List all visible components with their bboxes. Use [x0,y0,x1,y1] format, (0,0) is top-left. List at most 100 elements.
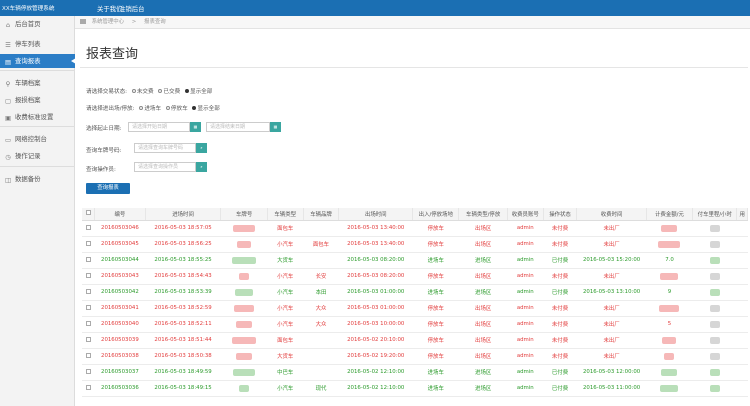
col-brand[interactable]: 车辆品牌 [303,208,340,221]
col-hours[interactable]: 付车里程/小时 [692,208,738,221]
cell-operator: admin [507,364,544,381]
row-checkbox[interactable] [82,236,95,253]
plate-input[interactable]: 请选择查询车牌号码 [134,143,196,153]
table-row[interactable]: 20160503042 2016-05-03 18:53:39 小汽车 本田 2016-… [82,284,748,301]
date-start-input[interactable]: 请选择开始日期 [128,122,190,132]
cell-brand [303,252,339,269]
sidebar-item-network[interactable]: ▭ 网络控制台 [0,132,75,146]
cell-id: 20160503036 [94,380,146,397]
sidebar-item-report[interactable]: ▤ 查询报表 [0,54,76,68]
table-row[interactable]: 20160503036 2016-05-03 18:49:15 小汽车 现代 2016-… [82,380,748,397]
table-row[interactable]: 20160503045 2016-05-03 18:56:25 小汽车 面包车 2016… [82,236,748,253]
clock-icon: ◷ [5,153,11,161]
cell-area: 进场车 [412,364,459,381]
sidebar-item-damage-archive[interactable]: ▢ 报损档案 [0,93,75,107]
col-in-time[interactable]: 进场时间 [145,208,222,221]
row-checkbox[interactable] [82,220,95,237]
row-checkbox[interactable] [82,252,95,269]
cell-plate [220,220,268,237]
col-type[interactable]: 车辆类型 [267,208,304,221]
radio-paid[interactable] [158,89,163,93]
cell-fee [646,332,693,349]
row-checkbox[interactable] [82,300,95,317]
row-checkbox[interactable] [82,348,95,365]
redacted-hours [709,320,720,328]
sidebar-item-operation-log[interactable]: ◷ 操作记录 [0,149,75,163]
table-row[interactable]: 20160503037 2016-05-03 18:49:59 中巴车 2016-05… [82,364,748,381]
table-row[interactable]: 20160503040 2016-05-03 18:52:11 小汽车 大众 2016-… [82,316,748,333]
col-operator[interactable]: 收费员账号 [507,208,544,221]
col-extra[interactable]: 用 [736,208,748,221]
page-title: 报表查询 [86,47,139,62]
search-icon[interactable]: ⌕ [196,143,207,153]
cell-type: 小汽车 [267,316,304,333]
radio-label: 停放车 [170,106,188,112]
redacted-hours [709,272,720,280]
cell-plate [220,348,268,365]
radio-unpaid[interactable] [131,89,136,93]
cell-category: 进场区 [458,380,508,397]
sidebar-item-parking-list[interactable]: ☰ 停车列表 [0,37,75,51]
cell-id: 20160503040 [94,316,146,333]
redacted-plate [233,368,256,376]
table-row[interactable]: 20160503038 2016-05-03 18:50:38 大货车 2016-05… [82,348,748,365]
redacted-plate [233,224,256,232]
divider [0,70,75,71]
nav-logout-link[interactable]: 注销后台 [119,4,145,13]
row-checkbox[interactable] [82,268,95,285]
select-all-checkbox[interactable] [82,208,96,221]
sidebar-item-home[interactable]: ⌂ 后台首页 [0,17,75,31]
row-checkbox[interactable] [82,316,95,333]
col-pay-time[interactable]: 收费时间 [576,208,647,221]
breadcrumb-item: 报表查询 [144,19,166,25]
cell-plate [220,316,268,333]
col-area[interactable]: 出入/停放场地 [412,208,460,221]
file-icon: ▢ [4,97,12,105]
radio-label: 未交费 [136,89,154,95]
row-checkbox[interactable] [82,284,95,301]
row-checkbox[interactable] [82,364,95,381]
redacted-plate [239,384,250,392]
radio-show-all-mode[interactable] [192,106,197,110]
table-row[interactable]: 20160503041 2016-05-03 18:52:59 小汽车 大众 2016-… [82,300,748,317]
table-row[interactable]: 20160503044 2016-05-03 18:55:25 大货车 2016-05… [82,252,748,269]
breadcrumb-item[interactable]: 系统管理中心 [92,19,124,25]
setting-icon: ▣ [4,114,12,122]
date-end-input[interactable]: 请选择结束日期 [206,122,270,132]
row-checkbox[interactable] [82,332,95,349]
cell-brand [303,332,339,349]
col-plate[interactable]: 车牌号 [220,208,268,221]
status-filter: 请选择交易状态: 未交费 已交费 显示全部 [86,87,212,95]
list-icon: ☰ [5,41,11,49]
cell-out-time: 2016-05-02 19:20:00 [338,348,413,365]
radio-parked-vehicle[interactable] [165,106,170,110]
radio-in-vehicle[interactable] [139,106,144,110]
col-state[interactable]: 操作状态 [543,208,578,221]
cell-id: 20160503041 [94,300,146,317]
calendar-icon[interactable]: ▦ [270,122,281,132]
radio-show-all[interactable] [184,89,189,93]
cell-out-time: 2016-05-03 01:00:00 [338,300,413,317]
cell-operator: admin [507,332,544,349]
cell-state: 未付费 [543,268,577,285]
cell-in-time: 2016-05-03 18:53:39 [145,284,221,301]
cell-id: 20160503039 [94,332,146,349]
cell-category: 出场区 [458,236,508,253]
sidebar-item-backup[interactable]: ◫ 数据备份 [0,172,75,186]
search-icon[interactable]: ⌕ [196,162,207,172]
sidebar-item-vehicle-archive[interactable]: ⚲ 车辆档案 [0,76,75,90]
col-fee[interactable]: 计费金额/元 [646,208,694,221]
cell-extra [736,300,748,317]
table-row[interactable]: 20160503043 2016-05-03 18:54:43 小汽车 长安 2016-… [82,268,748,285]
col-category[interactable]: 车辆类型/停放 [458,208,508,221]
calendar-icon[interactable]: ▦ [190,122,201,132]
query-report-button[interactable]: 查询报表 [86,183,130,194]
col-out-time[interactable]: 出场时间 [338,208,414,221]
row-checkbox[interactable] [82,380,95,397]
redacted-fee [660,384,679,392]
table-row[interactable]: 20160503046 2016-05-03 18:57:05 面包车 2016-05… [82,220,748,237]
manager-input[interactable]: 请选择查询操作员 [134,162,196,172]
col-id[interactable]: 编号 [94,208,146,221]
sidebar-item-fee-settings[interactable]: ▣ 收费标准设置 [0,110,75,124]
table-row[interactable]: 20160503039 2016-05-03 18:51:44 面包车 2016-05… [82,332,748,349]
